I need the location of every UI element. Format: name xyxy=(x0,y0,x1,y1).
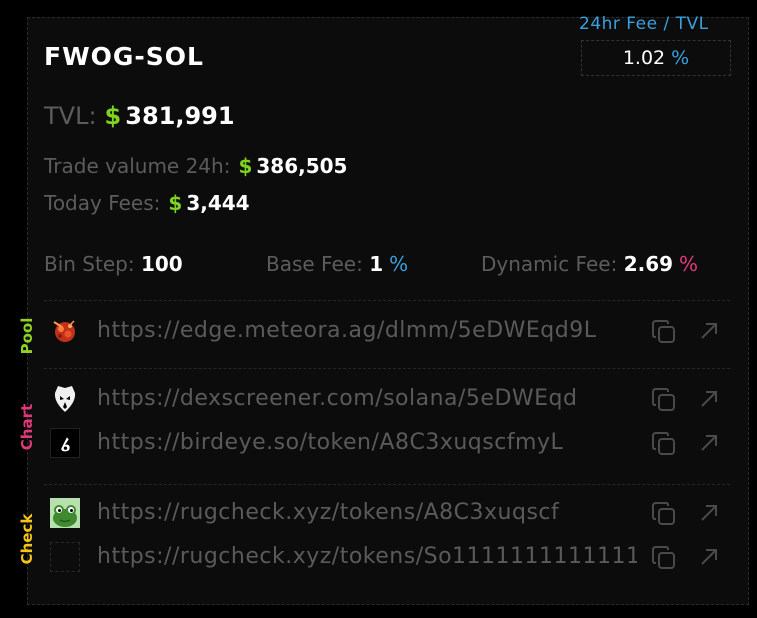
today-fees-label: Today Fees: xyxy=(44,191,161,215)
copy-icon[interactable] xyxy=(651,387,677,413)
divider xyxy=(44,484,730,485)
pair-title: FWOG-SOL xyxy=(44,42,204,71)
bin-step-label: Bin Step: xyxy=(44,252,135,276)
base-fee-value: 1 xyxy=(369,252,384,276)
dollar-icon: $ xyxy=(104,102,122,130)
trade-volume-label: Trade valume 24h: xyxy=(44,154,231,178)
link-url[interactable]: https://edge.meteora.ag/dlmm/5eDWEqd9L xyxy=(97,318,637,343)
divider xyxy=(44,368,730,369)
link-row-rugcheck-sol: https://rugcheck.xyz/tokens/So1111111111… xyxy=(50,542,730,574)
section-label-chart: Chart xyxy=(18,403,36,451)
link-row-meteora: https://edge.meteora.ag/dlmm/5eDWEqd9L xyxy=(50,316,730,348)
copy-icon[interactable] xyxy=(651,319,677,345)
link-row-birdeye: https://birdeye.so/token/A8C3xuqscfmyL xyxy=(50,428,730,460)
bin-step-stat: Bin Step: 100 xyxy=(44,252,183,276)
dynamic-fee-stat: Dynamic Fee: 2.69% xyxy=(481,252,698,276)
fee-tvl-value: 1.02 xyxy=(622,47,666,69)
section-label-check: Check xyxy=(18,513,36,565)
external-link-icon[interactable] xyxy=(698,388,720,410)
base-fee-stat: Base Fee: 1% xyxy=(266,252,408,276)
link-url[interactable]: https://dexscreener.com/solana/5eDWEqd xyxy=(97,386,637,411)
external-link-icon[interactable] xyxy=(698,546,720,568)
bin-step-value: 100 xyxy=(140,252,183,276)
tvl-row: TVL: $381,991 xyxy=(44,102,235,130)
link-row-rugcheck-fwog: https://rugcheck.xyz/tokens/A8C3xuqscf xyxy=(50,498,730,530)
fee-tvl-label: 24hr Fee / TVL xyxy=(579,14,709,34)
link-url[interactable]: https://birdeye.so/token/A8C3xuqscfmyL xyxy=(97,430,637,455)
section-label-pool: Pool xyxy=(18,317,36,355)
copy-icon[interactable] xyxy=(651,431,677,457)
today-fees-value: 3,444 xyxy=(186,191,250,215)
tvl-label: TVL: xyxy=(44,102,97,130)
dynamic-fee-value: 2.69 xyxy=(623,252,674,276)
link-url[interactable]: https://rugcheck.xyz/tokens/A8C3xuqscf xyxy=(97,500,637,525)
fee-tvl-unit: % xyxy=(671,47,690,69)
tvl-value: 381,991 xyxy=(125,102,235,130)
divider xyxy=(44,300,730,301)
link-row-dexscreener: https://dexscreener.com/solana/5eDWEqd xyxy=(50,384,730,416)
placeholder-token-icon xyxy=(50,542,80,572)
trade-volume-row: Trade valume 24h: $386,505 xyxy=(44,154,347,178)
external-link-icon[interactable] xyxy=(698,320,720,342)
dynamic-fee-unit: % xyxy=(679,252,699,276)
meteora-logo-icon xyxy=(50,316,80,346)
dynamic-fee-label: Dynamic Fee: xyxy=(481,252,618,276)
base-fee-label: Base Fee: xyxy=(266,252,363,276)
external-link-icon[interactable] xyxy=(698,432,720,454)
dexscreener-logo-icon xyxy=(50,384,80,414)
birdeye-logo-icon xyxy=(50,428,80,458)
trade-volume-value: 386,505 xyxy=(256,154,348,178)
external-link-icon[interactable] xyxy=(698,502,720,524)
fwog-token-icon xyxy=(50,498,80,528)
copy-icon[interactable] xyxy=(651,545,677,571)
today-fees-row: Today Fees: $3,444 xyxy=(44,191,250,215)
dollar-icon: $ xyxy=(238,154,253,178)
dollar-icon: $ xyxy=(168,191,183,215)
link-url[interactable]: https://rugcheck.xyz/tokens/So1111111111… xyxy=(97,544,637,569)
copy-icon[interactable] xyxy=(651,501,677,527)
base-fee-unit: % xyxy=(389,252,409,276)
fee-tvl-value-box: 1.02% xyxy=(581,40,731,76)
